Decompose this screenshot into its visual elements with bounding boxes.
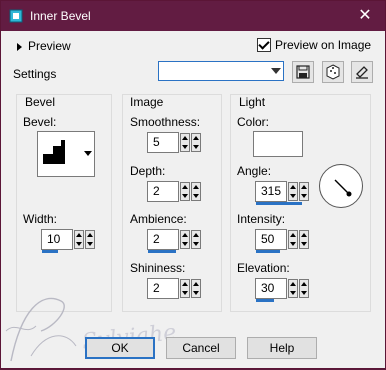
preview-on-image-checkbox[interactable]: Preview on Image [257, 38, 371, 52]
ambience-label: Ambience: [130, 212, 187, 226]
elevation-stepper[interactable]: 30 [255, 278, 310, 299]
intensity-stepper[interactable]: 50 [255, 229, 310, 250]
preview-expander[interactable]: Preview [17, 39, 71, 53]
window-title: Inner Bevel [30, 9, 91, 23]
expand-arrow-icon [17, 42, 22, 51]
intensity-up-down-icon[interactable] [288, 230, 298, 249]
preview-label: Preview [28, 39, 71, 53]
angle-up-down-icon[interactable] [288, 182, 298, 201]
ambience-slider-toggle-icon[interactable] [191, 230, 201, 249]
bevel-group-title: Bevel [23, 95, 58, 109]
color-label: Color: [237, 115, 270, 129]
image-group-title: Image [128, 95, 166, 109]
elevation-up-down-icon[interactable] [288, 279, 298, 298]
elevation-input[interactable]: 30 [255, 278, 287, 299]
smoothness-label: Smoothness: [130, 115, 201, 129]
inner-bevel-dialog: Inner Bevel ✕ Preview Preview on Image S… [0, 0, 386, 369]
width-input[interactable]: 10 [41, 229, 73, 250]
depth-input[interactable]: 2 [147, 181, 179, 202]
light-color-swatch[interactable] [253, 131, 303, 157]
help-button[interactable]: Help [247, 337, 317, 359]
close-icon: ✕ [358, 7, 372, 24]
smoothness-stepper[interactable]: 5 [147, 132, 202, 153]
bevel-shape-picker[interactable] [37, 131, 95, 177]
cancel-button[interactable]: Cancel [166, 337, 236, 359]
intensity-label: Intensity: [237, 212, 286, 226]
save-icon [296, 65, 310, 79]
width-up-down-icon[interactable] [74, 230, 84, 249]
smoothness-slider-toggle-icon[interactable] [191, 133, 201, 152]
angle-slider-toggle-icon[interactable] [299, 182, 309, 201]
angle-stepper[interactable]: 315 [255, 181, 310, 202]
intensity-input[interactable]: 50 [255, 229, 287, 250]
intensity-level-bar [256, 250, 280, 253]
chevron-down-icon [84, 151, 92, 156]
preset-dropdown[interactable] [158, 61, 284, 81]
preview-on-image-label: Preview on Image [275, 38, 372, 52]
smoothness-input[interactable]: 5 [147, 132, 179, 153]
depth-label: Depth: [130, 164, 166, 178]
width-slider-toggle-icon[interactable] [85, 230, 95, 249]
bevel-label: Bevel: [23, 115, 57, 129]
shininess-stepper[interactable]: 2 [147, 278, 202, 299]
chevron-down-icon [271, 68, 281, 74]
shininess-up-down-icon[interactable] [180, 279, 190, 298]
shininess-slider-toggle-icon[interactable] [191, 279, 201, 298]
angle-label: Angle: [237, 164, 272, 178]
light-group-title: Light [237, 95, 268, 109]
depth-up-down-icon[interactable] [180, 182, 190, 201]
reset-icon [356, 66, 368, 79]
width-level-bar [42, 250, 58, 253]
ambience-stepper[interactable]: 2 [147, 229, 202, 250]
angle-dial-needle-icon [334, 179, 352, 197]
dice-icon [326, 64, 340, 80]
title-bar: Inner Bevel ✕ [1, 1, 385, 31]
elevation-slider-toggle-icon[interactable] [299, 279, 309, 298]
app-icon [9, 9, 23, 23]
checkbox-check-icon [257, 38, 271, 52]
settings-label: Settings [13, 67, 57, 81]
shininess-input[interactable]: 2 [147, 278, 179, 299]
shininess-label: Shininess: [130, 261, 186, 275]
angle-level-bar [256, 202, 302, 205]
width-stepper[interactable]: 10 [41, 229, 96, 250]
ambience-level-bar [148, 250, 176, 253]
randomize-button[interactable] [322, 61, 344, 83]
smoothness-up-down-icon[interactable] [180, 133, 190, 152]
angle-dial[interactable] [319, 164, 363, 208]
elevation-label: Elevation: [237, 261, 290, 275]
width-label: Width: [23, 212, 58, 226]
ambience-input[interactable]: 2 [147, 229, 179, 250]
ambience-up-down-icon[interactable] [180, 230, 190, 249]
close-button[interactable]: ✕ [355, 6, 375, 26]
depth-stepper[interactable]: 2 [147, 181, 202, 202]
angle-input[interactable]: 315 [255, 181, 287, 202]
bevel-shape-icon [43, 140, 65, 164]
save-preset-button[interactable] [292, 61, 314, 83]
intensity-slider-toggle-icon[interactable] [299, 230, 309, 249]
ok-button[interactable]: OK [85, 337, 155, 359]
elevation-level-bar [256, 299, 274, 302]
depth-slider-toggle-icon[interactable] [191, 182, 201, 201]
reset-button[interactable] [351, 61, 373, 83]
